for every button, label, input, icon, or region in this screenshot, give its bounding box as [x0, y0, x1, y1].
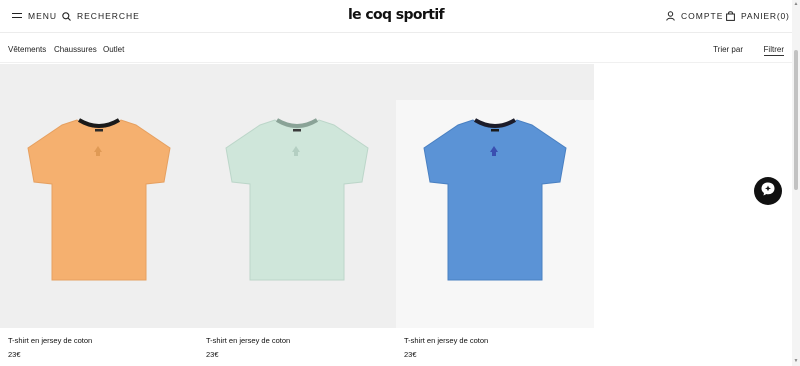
account-button[interactable]: COMPTE — [666, 9, 723, 23]
product-card[interactable] — [396, 64, 594, 328]
category-chaussures[interactable]: Chaussures — [54, 45, 97, 54]
cart-button[interactable]: PANIER(0) — [726, 9, 790, 23]
product-image — [423, 118, 567, 281]
category-nav: Vêtements Chaussures Outlet Trier par Fi… — [0, 38, 792, 63]
filter-button[interactable]: Filtrer — [763, 45, 784, 56]
product-image — [27, 118, 171, 281]
product-price: 23€ — [8, 350, 21, 359]
user-icon — [666, 11, 675, 21]
product-card[interactable] — [0, 64, 198, 328]
product-name[interactable]: T-shirt en jersey de coton — [206, 336, 290, 345]
product-image — [225, 118, 369, 281]
category-outlet[interactable]: Outlet — [103, 45, 124, 54]
scroll-up-arrow[interactable]: ▲ — [793, 1, 799, 7]
bag-icon — [726, 11, 735, 21]
chat-icon — [760, 181, 776, 202]
chat-button[interactable] — [754, 177, 782, 205]
product-name[interactable]: T-shirt en jersey de coton — [404, 336, 488, 345]
product-info: T-shirt en jersey de coton 23€ — [8, 336, 92, 359]
account-label: COMPTE — [681, 11, 724, 21]
cart-label: PANIER(0) — [741, 11, 790, 21]
product-info: T-shirt en jersey de coton 23€ — [206, 336, 290, 359]
product-card[interactable] — [198, 64, 396, 328]
scrollbar-thumb[interactable] — [794, 50, 798, 190]
scroll-down-arrow[interactable]: ▼ — [793, 358, 799, 364]
product-name[interactable]: T-shirt en jersey de coton — [8, 336, 92, 345]
site-header: MENU RECHERCHE le coq sportif COMPTE PAN… — [0, 0, 792, 33]
category-vetements[interactable]: Vêtements — [8, 45, 46, 54]
product-info: T-shirt en jersey de coton 23€ — [404, 336, 488, 359]
product-price: 23€ — [404, 350, 417, 359]
product-price: 23€ — [206, 350, 219, 359]
sort-button[interactable]: Trier par — [713, 45, 743, 54]
